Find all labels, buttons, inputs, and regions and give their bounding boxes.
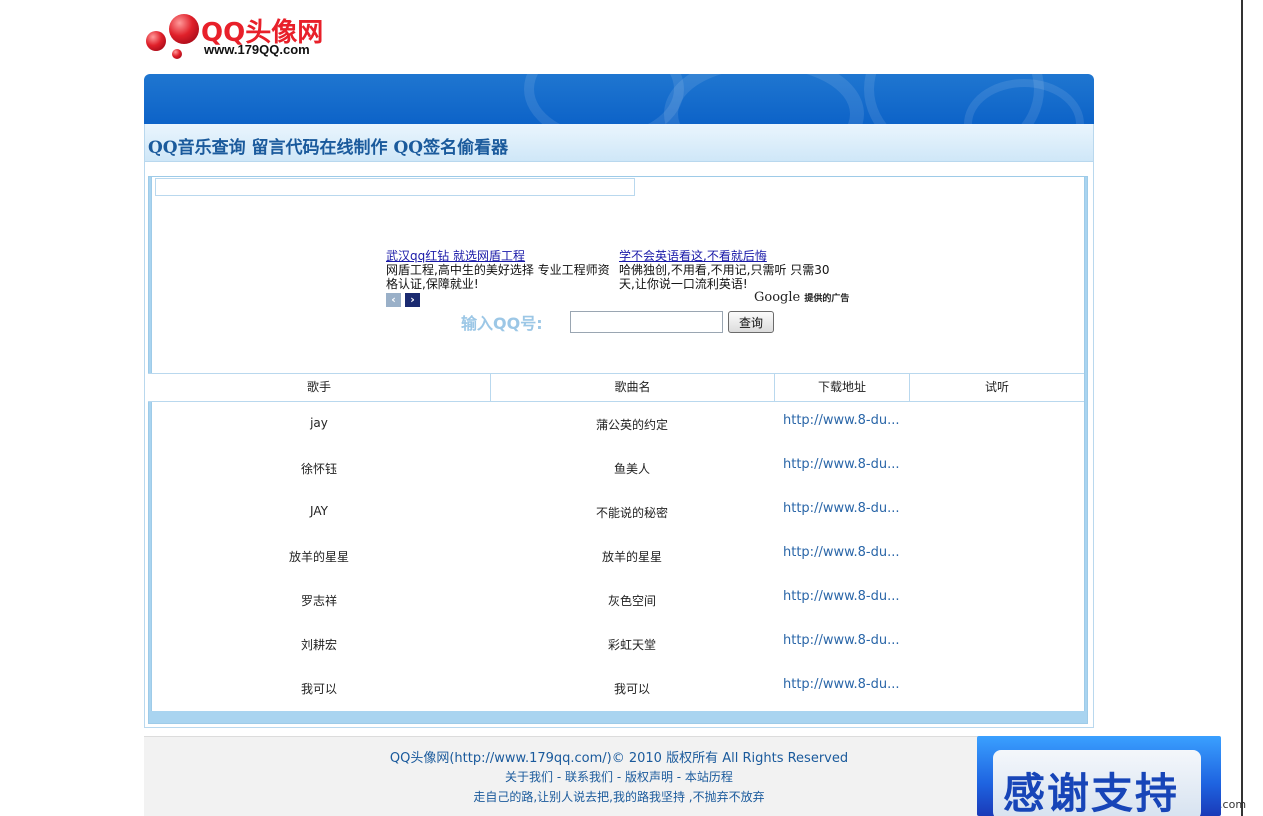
table-row: jay 蒲公英的约定 http://www.8-du... <box>148 402 1084 446</box>
ad-next-icon[interactable]: › <box>405 293 420 307</box>
download-link[interactable]: http://www.8-du... <box>783 501 900 516</box>
logo-ball-icon <box>172 49 182 59</box>
song-cell: 蒲公英的约定 <box>595 418 668 432</box>
footer-motto: 走自己的路,让别人说去把,我的路我坚持 ,不抛弃不放弃 <box>473 790 765 804</box>
download-link[interactable]: http://www.8-du... <box>783 589 900 604</box>
singer-cell: 我可以 <box>300 682 337 696</box>
ad-prev-icon[interactable]: ‹ <box>386 293 401 307</box>
table-header: 歌手 歌曲名 下载地址 试听 <box>148 373 1084 402</box>
nav-links[interactable]: QQ音乐查询 留言代码在线制作 QQ签名偷看器 <box>148 133 508 158</box>
download-link[interactable]: http://www.8-du... <box>783 457 900 472</box>
song-cell: 灰色空间 <box>607 594 656 608</box>
singer-cell: jay <box>310 416 328 430</box>
song-cell: 我可以 <box>613 682 650 696</box>
page-footer: QQ头像网(http://www.179qq.com/)© 2010 版权所有 … <box>144 736 1094 816</box>
thanks-badge-panel: 感谢支持 <box>993 750 1201 816</box>
ad-description: 哈佛独创,不用看,不用记,只需听 只需30天,让你说一口流利英语! <box>619 263 830 291</box>
download-link[interactable]: http://www.8-du... <box>783 413 900 428</box>
ad-link[interactable]: 学不会英语看这,不看就后悔 <box>619 249 844 263</box>
column-header-song: 歌曲名 <box>490 374 774 401</box>
column-header-download: 下载地址 <box>774 374 909 401</box>
qq-number-label: 输入QQ号: <box>461 314 543 333</box>
footer-copyright: QQ头像网(http://www.179qq.com/)© 2010 版权所有 … <box>389 751 849 766</box>
ad-block: 武汉qq红钻 就选网盾工程 网盾工程,高中生的美好选择 专业工程师资格认证,保障… <box>386 249 610 291</box>
singer-cell: JAY <box>310 504 328 518</box>
header-banner <box>144 74 1094 124</box>
song-cell: 鱼美人 <box>613 462 650 476</box>
table-row: 罗志祥 灰色空间 http://www.8-du... <box>148 578 1084 622</box>
logo-ball-icon <box>146 31 166 51</box>
table-row: 刘耕宏 彩虹天堂 http://www.8-du... <box>148 622 1084 666</box>
thanks-text: 感谢支持 <box>1003 769 1180 816</box>
google-ad-label[interactable]: Google 提供的广告 <box>754 290 849 305</box>
google-ad-suffix: 提供的广告 <box>804 294 850 304</box>
singer-cell: 放羊的星星 <box>288 550 349 564</box>
logo-url: www.179QQ.com <box>204 42 310 57</box>
download-link[interactable]: http://www.8-du... <box>783 633 900 648</box>
footer-links[interactable]: 关于我们 - 联系我们 - 版权声明 - 本站历程 <box>144 768 1094 785</box>
column-header-listen: 试听 <box>909 374 1084 401</box>
google-brand: Google <box>754 290 801 305</box>
query-button[interactable]: 查询 <box>728 311 774 333</box>
top-strip <box>155 178 635 196</box>
song-cell: 放羊的星星 <box>601 550 662 564</box>
nav-bar: QQ音乐查询 留言代码在线制作 QQ签名偷看器 <box>145 124 1093 162</box>
banner-swirl <box>524 74 684 124</box>
table-row: JAY 不能说的秘密 http://www.8-du... <box>148 490 1084 534</box>
qq-number-input[interactable] <box>570 311 723 333</box>
download-link[interactable]: http://www.8-du... <box>783 677 900 692</box>
site-logo[interactable]: QQ头像网 www.179QQ.com <box>145 12 335 62</box>
singer-cell: 徐怀钰 <box>300 462 337 476</box>
ad-block: 学不会英语看这,不看就后悔 哈佛独创,不用看,不用记,只需听 只需30天,让你说… <box>619 249 844 291</box>
table-row: 徐怀钰 鱼美人 http://www.8-du... <box>148 446 1084 490</box>
singer-cell: 罗志祥 <box>300 594 337 608</box>
singer-cell: 刘耕宏 <box>300 638 337 652</box>
thanks-support-badge[interactable]: 感谢支持 <box>977 736 1221 816</box>
banner-swirl <box>664 74 864 124</box>
download-link[interactable]: http://www.8-du... <box>783 545 900 560</box>
window-right-edge <box>1241 0 1263 816</box>
song-cell: 彩虹天堂 <box>607 638 656 652</box>
column-header-singer: 歌手 <box>306 380 331 394</box>
table-row: 我可以 我可以 http://www.8-du... <box>148 666 1084 710</box>
ad-link[interactable]: 武汉qq红钻 就选网盾工程 <box>386 249 610 263</box>
logo-ball-icon <box>169 14 199 44</box>
ad-description: 网盾工程,高中生的美好选择 专业工程师资格认证,保障就业! <box>386 263 610 291</box>
table-row: 放羊的星星 放羊的星星 http://www.8-du... <box>148 534 1084 578</box>
song-cell: 不能说的秘密 <box>595 506 668 520</box>
